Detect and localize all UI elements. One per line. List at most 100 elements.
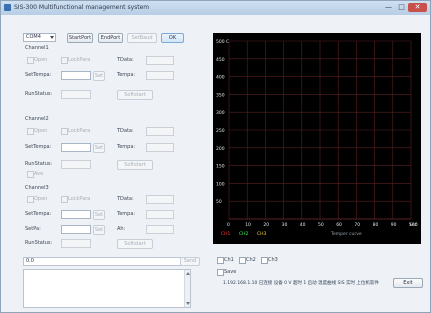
channel1-set-button[interactable]: Set: [93, 71, 105, 81]
channel1-settempa-field[interactable]: [61, 71, 91, 80]
y-tick-label: 200: [216, 146, 225, 152]
x-axis-unit-label: Sec: [409, 222, 418, 228]
x-tick-label: 80: [373, 222, 379, 228]
y-tick-label: 350: [216, 92, 225, 98]
log-scrollbar[interactable]: [184, 270, 190, 307]
x-tick-label: 60: [336, 222, 342, 228]
channel2-extra-checkbox[interactable]: [27, 171, 34, 178]
channel3-settempa-field[interactable]: [61, 210, 91, 219]
channel3-set-button[interactable]: Set: [93, 210, 105, 220]
channel2-settempa-field[interactable]: [61, 143, 91, 152]
command-input-value: 0.0: [26, 258, 34, 264]
channel3-runstatus-field: [61, 239, 91, 248]
app-window: SIS-300 Multifunctional management syste…: [0, 0, 431, 313]
channel2-open-label: Open: [34, 128, 48, 134]
scroll-down-icon[interactable]: [186, 302, 190, 305]
send-button[interactable]: Send: [180, 257, 200, 266]
channel2-runstatus-field: [61, 160, 91, 169]
end-port-button[interactable]: EndPort: [98, 33, 123, 43]
channel2-tdata-field[interactable]: [146, 127, 174, 136]
channel2-tempa-field[interactable]: [146, 143, 174, 152]
set-baud-button[interactable]: SetBaud: [127, 33, 157, 43]
channel2-label: Channel2: [25, 116, 49, 122]
minimize-icon[interactable]: —: [382, 3, 395, 12]
y-tick-label: 400: [216, 75, 225, 81]
log-textarea[interactable]: [23, 269, 191, 308]
x-tick-label: 90: [391, 222, 397, 228]
x-tick-label: 0: [227, 222, 230, 228]
channel3-setpa-label: SetPa:: [25, 226, 41, 232]
channel3-runstatus-label: RunStatus:: [25, 240, 53, 246]
channel1-open-checkbox[interactable]: [27, 57, 34, 64]
y-tick-label: 150: [216, 164, 225, 170]
scroll-up-icon[interactable]: [186, 272, 190, 275]
channel3-ah-field[interactable]: [146, 225, 174, 234]
channel2-open-checkbox[interactable]: [27, 128, 34, 135]
channel3-softstart-button[interactable]: Softstart: [117, 239, 153, 249]
channel2-lockpara-checkbox[interactable]: [61, 128, 68, 135]
channel1-runstatus-field: [61, 90, 91, 99]
channel2-runstatus-label: RunStatus:: [25, 161, 53, 167]
channel3-label: Channel3: [25, 185, 49, 191]
x-tick-label: 70: [354, 222, 360, 228]
window-controls: — □ ✕: [382, 3, 427, 12]
ch1-checkbox[interactable]: [217, 257, 224, 264]
legend-item-ch2: CH2: [239, 231, 249, 237]
x-tick-label: 50: [318, 222, 324, 228]
y-tick-label: 250: [216, 128, 225, 134]
ch2-checkbox-label: Ch2: [246, 257, 256, 263]
channel1-label: Channel1: [25, 45, 49, 51]
channel3-lockpara-checkbox[interactable]: [61, 196, 68, 203]
channel2-tdata-label: TData:: [117, 128, 134, 134]
channel1-softstart-button[interactable]: Softstart: [117, 90, 153, 100]
channel3-setpa-button[interactable]: Set: [93, 225, 105, 235]
y-tick-label: 50: [216, 199, 222, 205]
channel3-tempa-label: Tempa:: [117, 211, 136, 217]
chart-svg: 500 C 450 400 350 300 250 200 150 100 50 0 10 20 30 40…: [216, 39, 418, 237]
channel3-tempa-field[interactable]: [146, 210, 174, 219]
y-tick-label: 450: [216, 57, 225, 63]
save-checkbox-label: Save: [224, 269, 237, 275]
channel3-settempa-label: SetTempa:: [25, 211, 52, 217]
channel1-open-label: Open: [34, 57, 48, 63]
channel3-tdata-label: TData:: [117, 196, 134, 202]
channel3-tdata-field[interactable]: [146, 195, 174, 204]
temperature-chart: 500 C 450 400 350 300 250 200 150 100 50 0 10 20 30 40…: [213, 33, 421, 244]
channel1-tdata-field[interactable]: [146, 56, 174, 65]
legend-item-ch3: CH3: [257, 231, 267, 237]
channel3-setpa-field[interactable]: [61, 225, 91, 234]
legend-item-ch1: CH1: [221, 231, 231, 237]
maximize-icon[interactable]: □: [395, 3, 408, 12]
port-select-value: COM4: [26, 34, 41, 40]
save-checkbox[interactable]: [217, 269, 224, 276]
x-tick-label: 20: [263, 222, 269, 228]
ch3-checkbox[interactable]: [261, 257, 268, 264]
command-input[interactable]: 0.0: [23, 257, 191, 266]
channel1-lockpara-checkbox[interactable]: [61, 57, 68, 64]
close-icon[interactable]: ✕: [408, 3, 427, 12]
chevron-down-icon: [50, 36, 54, 39]
channel1-tempa-label: Tempa:: [117, 72, 136, 78]
channel2-softstart-button[interactable]: Softstart: [117, 160, 153, 170]
y-tick-label: 300: [216, 110, 225, 116]
channel1-runstatus-label: RunStatus:: [25, 91, 53, 97]
channel2-set-button[interactable]: Set: [93, 143, 105, 153]
channel3-ah-label: Ah:: [117, 226, 126, 232]
exit-button[interactable]: Exit: [393, 278, 423, 288]
y-tick-label: 100: [216, 181, 225, 187]
y-tick-label: 500 C: [216, 39, 229, 45]
channel1-tempa-field[interactable]: [146, 71, 174, 80]
ch3-checkbox-label: Ch3: [268, 257, 278, 263]
channel2-lockpara-label: LockPara: [68, 128, 91, 134]
port-select[interactable]: COM4: [23, 33, 56, 42]
app-icon: [4, 4, 11, 11]
ch2-checkbox[interactable]: [239, 257, 246, 264]
x-tick-label: 30: [282, 222, 288, 228]
title-bar: SIS-300 Multifunctional management syste…: [1, 1, 430, 15]
x-tick-label: 10: [245, 222, 251, 228]
channel3-lockpara-label: LockPara: [68, 196, 91, 202]
channel3-open-checkbox[interactable]: [27, 196, 34, 203]
start-port-button[interactable]: StartPort: [67, 33, 93, 43]
ok-button[interactable]: OK: [161, 33, 184, 43]
channel1-tdata-label: TData:: [117, 57, 134, 63]
